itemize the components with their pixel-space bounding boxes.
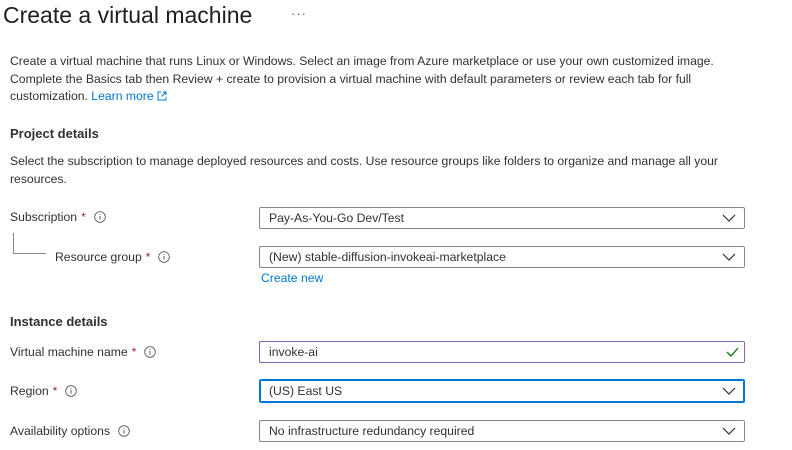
intro-paragraph: Create a virtual machine that runs Linux… xyxy=(10,53,750,106)
info-icon[interactable] xyxy=(118,425,130,437)
required-asterisk: * xyxy=(81,210,86,224)
required-asterisk: * xyxy=(131,345,137,359)
required-asterisk: * xyxy=(52,384,58,398)
create-new-resource-group-link[interactable]: Create new xyxy=(261,271,323,285)
availability-label: Availability options xyxy=(10,424,130,438)
region-label-text: Region xyxy=(10,384,49,398)
availability-dropdown[interactable]: No infrastructure redundancy required xyxy=(259,420,745,442)
info-icon[interactable] xyxy=(144,346,157,358)
subscription-dropdown[interactable]: Pay-As-You-Go Dev/Test xyxy=(259,207,745,229)
vm-name-value: invoke-ai xyxy=(269,345,318,359)
subscription-value: Pay-As-You-Go Dev/Test xyxy=(269,211,405,225)
vm-name-label-text: Virtual machine name xyxy=(10,345,128,359)
project-details-heading: Project details xyxy=(10,126,99,141)
info-icon[interactable] xyxy=(158,251,171,263)
chevron-down-icon xyxy=(722,253,736,261)
page-title: Create a virtual machine xyxy=(3,2,253,28)
subscription-label: Subscription * xyxy=(10,210,106,224)
project-details-description: Select the subscription to manage deploy… xyxy=(10,154,718,186)
resource-group-dropdown[interactable]: (New) stable-diffusion-invokeai-marketpl… xyxy=(259,246,745,268)
required-asterisk: * xyxy=(145,250,151,264)
resource-group-label-text: Resource group xyxy=(55,250,142,264)
region-label: Region * xyxy=(10,384,78,398)
info-icon[interactable] xyxy=(65,385,78,397)
create-vm-page: Create a virtual machine ··· Create a vi… xyxy=(0,0,792,450)
external-link-icon xyxy=(157,91,167,101)
resource-group-label: Resource group * xyxy=(55,250,171,264)
availability-label-text: Availability options xyxy=(10,424,111,438)
info-icon[interactable] xyxy=(94,211,106,223)
tree-connector xyxy=(13,233,46,254)
checkmark-icon xyxy=(726,347,739,357)
subscription-label-text: Subscription xyxy=(10,210,78,224)
instance-details-heading: Instance details xyxy=(10,314,108,329)
region-dropdown[interactable]: (US) East US xyxy=(259,379,745,403)
vm-name-input[interactable]: invoke-ai xyxy=(259,341,745,363)
availability-value: No infrastructure redundancy required xyxy=(269,424,475,438)
resource-group-value: (New) stable-diffusion-invokeai-marketpl… xyxy=(269,250,506,264)
more-actions-button[interactable]: ··· xyxy=(291,6,307,21)
learn-more-link[interactable]: Learn more xyxy=(91,89,167,104)
chevron-down-icon xyxy=(722,387,736,395)
chevron-down-icon xyxy=(722,427,736,435)
region-value: (US) East US xyxy=(269,384,343,398)
chevron-down-icon xyxy=(722,214,736,222)
learn-more-label: Learn more xyxy=(91,89,154,104)
vm-name-label: Virtual machine name * xyxy=(10,345,157,359)
